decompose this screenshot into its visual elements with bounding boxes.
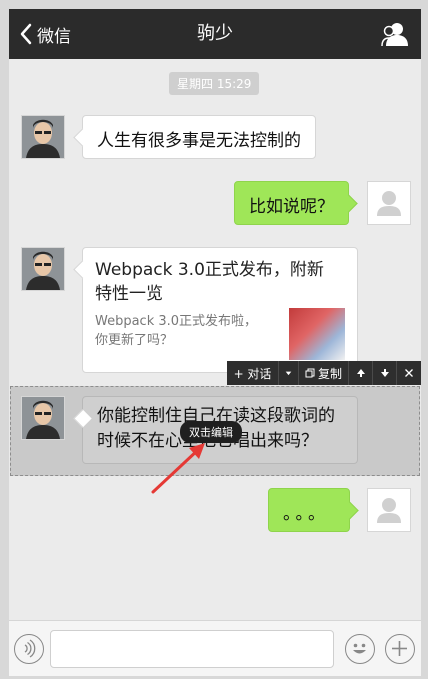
more-button[interactable] xyxy=(385,634,415,664)
move-down-button[interactable] xyxy=(373,361,397,385)
contact-avatar[interactable] xyxy=(21,396,65,440)
message-bubble[interactable]: 。。。 xyxy=(268,488,350,532)
copy-button[interactable]: 复制 xyxy=(299,361,349,385)
message-bubble[interactable]: 人生有很多事是无法控制的 xyxy=(82,115,316,159)
arrow-up-icon xyxy=(356,369,365,377)
back-button[interactable]: 微信 xyxy=(19,9,71,59)
close-icon xyxy=(405,369,413,377)
default-avatar-icon xyxy=(377,498,401,523)
dropdown-button[interactable] xyxy=(279,361,299,385)
emoji-button[interactable] xyxy=(345,634,375,664)
emoji-icon xyxy=(353,643,366,654)
dialog-label: + 对话 xyxy=(233,366,272,381)
message-bubble[interactable]: 比如说呢？ xyxy=(234,181,349,225)
my-avatar[interactable] xyxy=(367,181,411,225)
move-up-button[interactable] xyxy=(349,361,373,385)
chevron-left-icon xyxy=(20,23,32,45)
link-thumbnail xyxy=(289,308,345,360)
voice-button[interactable] xyxy=(14,634,44,664)
message-text: 比如说呢？ xyxy=(249,197,334,217)
close-button[interactable] xyxy=(397,361,421,385)
copy-label: 复制 xyxy=(318,366,343,381)
chat-window: 微信 驹少 星期四 15:29 人生有很多事是无法控制的 比如说呢？ Webpa… xyxy=(9,9,421,676)
avatar-photo-icon xyxy=(22,397,64,439)
chat-header: 微信 驹少 xyxy=(9,9,421,59)
link-title-line1: Webpack 3.0正式发布，附新 xyxy=(95,260,324,280)
timestamp: 星期四 15:29 xyxy=(169,72,260,95)
link-card[interactable]: Webpack 3.0正式发布，附新 特性一览 Webpack 3.0正式发布啦… xyxy=(82,247,358,373)
arrow-down-icon xyxy=(380,369,389,377)
plus-icon xyxy=(392,641,407,656)
contact-avatar[interactable] xyxy=(21,247,65,291)
default-avatar-icon xyxy=(377,191,401,216)
copy-icon xyxy=(305,368,315,378)
message-text: 。。。 xyxy=(283,504,329,524)
annotation-arrow-icon xyxy=(151,443,205,494)
link-title-line2: 特性一览 xyxy=(95,284,163,304)
contact-avatar[interactable] xyxy=(21,115,65,159)
message-toolbar: + 对话 复制 xyxy=(227,361,421,385)
back-label: 微信 xyxy=(37,26,71,47)
message-text: 人生有很多事是无法控制的 xyxy=(97,131,301,151)
input-bar xyxy=(9,620,421,676)
dropdown-caret-icon xyxy=(285,371,292,376)
message-input[interactable] xyxy=(50,630,334,668)
my-avatar[interactable] xyxy=(367,488,411,532)
contacts-icon[interactable] xyxy=(381,21,409,47)
avatar-photo-icon xyxy=(22,248,64,290)
dialog-button[interactable]: + 对话 xyxy=(227,361,279,385)
avatar-photo-icon xyxy=(22,116,64,158)
voice-icon xyxy=(24,639,36,658)
